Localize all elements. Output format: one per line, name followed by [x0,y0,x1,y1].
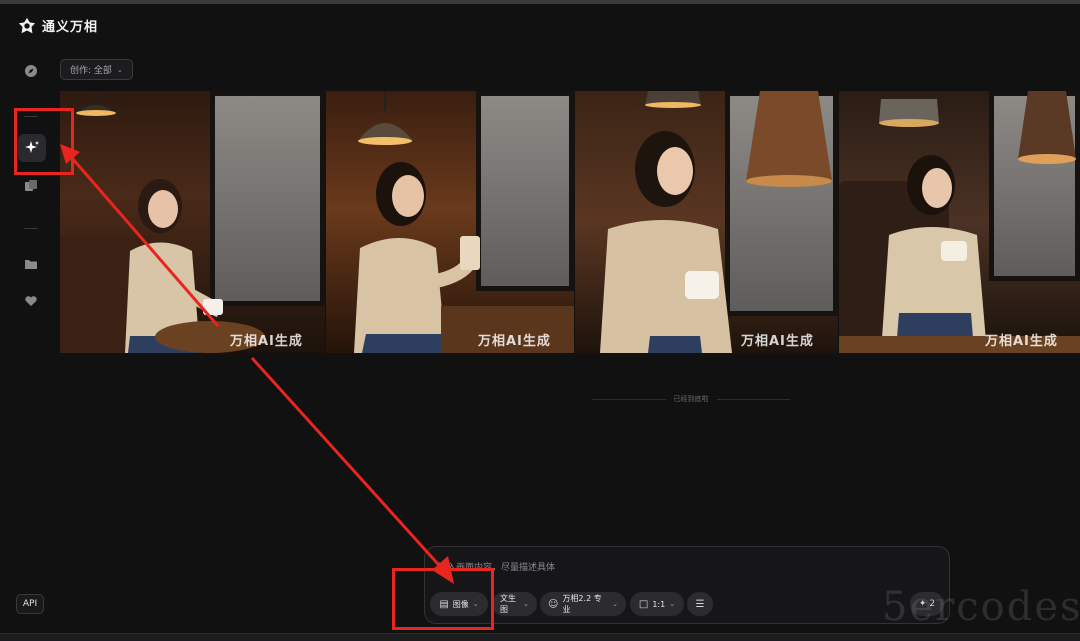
end-text: 已经到底啦 [673,395,709,403]
ai-watermark: 万相AI生成 [230,334,303,349]
task-dropdown[interactable]: 文生图 ⌄ [492,592,537,616]
logo-icon [18,17,36,33]
model-label: 万相2.2 专业 [562,594,602,614]
compass-icon[interactable] [22,62,40,80]
filter-label: 创作: 全部 [70,66,112,76]
chevron-down-icon: ⌄ [669,600,676,608]
highlight-box-mode [392,568,494,630]
chevron-down-icon: ⌄ [612,600,618,608]
layers-icon[interactable] [22,177,40,195]
ai-watermark: 万相AI生成 [985,334,1058,349]
app-logo[interactable]: 通义万相 [18,16,98,35]
folder-icon[interactable] [22,255,40,273]
sidebar-divider [24,228,38,229]
site-watermark: 5ercodes [882,584,1080,630]
gallery-image[interactable]: 万相AI生成 [326,91,574,353]
end-of-list-marker: 已经到底啦 [592,394,790,404]
ratio-label: 1:1 [652,599,666,609]
api-button[interactable]: API [16,594,44,614]
chevron-down-icon: ⌄ [523,600,529,608]
app-name: 通义万相 [42,20,99,35]
gallery-image[interactable]: 万相AI生成 [60,91,325,353]
square-icon: □ [638,598,649,610]
ai-watermark: 万相AI生成 [478,334,551,349]
gallery-image[interactable]: 万相AI生成 [839,91,1080,353]
settings-button[interactable]: ☰ [687,592,713,616]
menu-icon: ☰ [695,598,705,610]
bottom-border [0,633,1080,641]
ai-watermark: 万相AI生成 [741,334,814,349]
chevron-down-icon: ⌄ [116,65,123,74]
top-border [0,0,1080,4]
creation-filter-dropdown[interactable]: 创作: 全部 ⌄ [60,59,133,80]
highlight-box-sidebar [14,108,74,175]
task-label: 文生图 [500,594,516,614]
heart-icon[interactable] [22,292,40,310]
image-gallery: 万相AI生成 万相AI生成 万相AI生成 万相AI生成 [60,91,1080,353]
gallery-image[interactable]: 万相AI生成 [575,91,838,353]
model-dropdown[interactable]: ☺ 万相2.2 专业 ⌄ [540,592,626,616]
model-icon: ☺ [548,598,559,610]
ratio-dropdown[interactable]: □ 1:1 ⌄ [630,592,684,616]
